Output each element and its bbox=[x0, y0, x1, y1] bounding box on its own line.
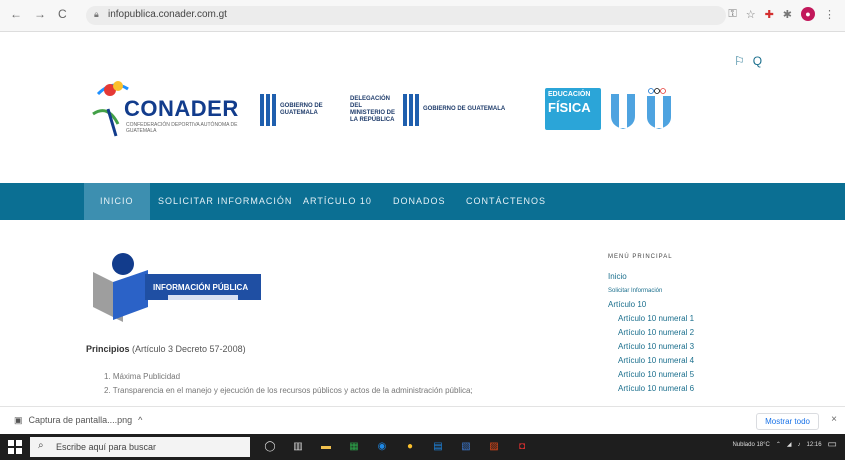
system-tray: Nublado 18°C ⌃ ◢ ♪ 12:16 ▭ bbox=[732, 439, 837, 450]
url-text: infopublica.conader.com.gt bbox=[108, 9, 227, 20]
nav-contactenos[interactable]: CONTÁCTENOS bbox=[466, 183, 546, 220]
forward-icon[interactable]: → bbox=[34, 7, 46, 21]
sidebar-subitem[interactable]: Artículo 10 numeral 2 bbox=[608, 326, 694, 340]
gobierno-logo-2: GOBIERNO DE GUATEMALA bbox=[403, 92, 513, 128]
volume-icon[interactable]: ♪ bbox=[798, 442, 801, 448]
main-navigation: INICIO SOLICITAR INFORMACIÓN ARTÍCULO 10… bbox=[0, 183, 845, 220]
principles-reference: (Artículo 3 Decreto 57-2008) bbox=[129, 344, 246, 354]
sidebar-subitem[interactable]: Artículo 10 numeral 4 bbox=[608, 354, 694, 368]
network-icon[interactable]: ◢ bbox=[787, 441, 792, 448]
banner-title: INFORMACIÓN PÚBLICA bbox=[153, 283, 248, 292]
search-icon: ⌕ bbox=[38, 440, 44, 451]
sidebar-subitem[interactable]: Artículo 10 numeral 6 bbox=[608, 382, 694, 396]
menu-icon[interactable]: ⋮ bbox=[824, 8, 835, 21]
header-logos: CONADER CONFEDERACIÓN DEPORTIVA AUTÓNOMA… bbox=[88, 74, 688, 154]
word-icon[interactable]: ▧ bbox=[458, 439, 474, 455]
key-icon[interactable]: ⚿ bbox=[728, 8, 736, 21]
excel-icon[interactable]: ▦ bbox=[346, 439, 362, 455]
gobierno-logo-1: GOBIERNO DE GUATEMALA bbox=[260, 92, 350, 128]
principles-line: Principios (Artículo 3 Decreto 57-2008) bbox=[86, 344, 246, 354]
widgets-icon[interactable]: ▥ bbox=[290, 439, 306, 455]
windows-start-icon[interactable] bbox=[8, 440, 22, 454]
download-filename: Captura de pantalla....png bbox=[28, 415, 133, 425]
browser-toolbar: ← → C 🔒︎ infopublica.conader.com.gt ⚿ ☆ … bbox=[0, 0, 845, 32]
olympic-shield-icon bbox=[647, 88, 671, 129]
file-icon: ▣ bbox=[14, 415, 23, 425]
chrome-icon[interactable]: ● bbox=[402, 439, 418, 455]
list-item: 1. Máxima Publicidad bbox=[104, 372, 181, 381]
educacion-fisica-logo: EDUCACIÓN FÍSICA bbox=[545, 88, 601, 130]
close-icon[interactable]: × bbox=[831, 414, 837, 425]
download-item[interactable]: ▣ Captura de pantalla....png ^ bbox=[14, 415, 142, 426]
powerpoint-icon[interactable]: ▨ bbox=[486, 439, 502, 455]
sidebar-item-inicio[interactable]: Inicio bbox=[608, 270, 694, 284]
clock[interactable]: 12:16 bbox=[807, 442, 822, 448]
sidebar-item-articulo-10[interactable]: Artículo 10 bbox=[608, 298, 694, 312]
delegacion-logo: DELEGACIÓN DEL MINISTERIO DE LA REPÚBLIC… bbox=[350, 95, 396, 124]
sidebar-menu: MENÚ PRINCIPAL Inicio Solicitar Informac… bbox=[608, 250, 694, 396]
nav-articulo-10[interactable]: ARTÍCULO 10 bbox=[303, 183, 372, 220]
sidebar-subitem[interactable]: Artículo 10 numeral 3 bbox=[608, 340, 694, 354]
task-view-icon[interactable]: ◯ bbox=[262, 439, 278, 455]
sidebar-subitem[interactable]: Artículo 10 numeral 1 bbox=[608, 312, 694, 326]
windows-taskbar: ⌕ Escribe aquí para buscar ◯ ▥ ▬ ▦ ◉ ● ▤… bbox=[0, 434, 845, 460]
edge-icon[interactable]: ◉ bbox=[374, 439, 390, 455]
list-item: 2. Transparencia en el manejo y ejecució… bbox=[104, 386, 473, 395]
app-icon[interactable]: ◘ bbox=[514, 439, 530, 455]
show-all-button[interactable]: Mostrar todo bbox=[756, 413, 819, 430]
informacion-publica-banner: INFORMACIÓN PÚBLICA bbox=[93, 253, 261, 322]
lock-icon: 🔒︎ bbox=[94, 9, 99, 19]
chevron-up-icon[interactable]: ^ bbox=[138, 415, 142, 426]
brand-subtitle: CONFEDERACIÓN DEPORTIVA AUTÓNOMA DE GUAT… bbox=[126, 122, 238, 134]
search-icon[interactable]: Q bbox=[753, 54, 762, 68]
downloads-bar: ▣ Captura de pantalla....png ^ Mostrar t… bbox=[0, 406, 845, 434]
sidebar-subitem[interactable]: Artículo 10 numeral 5 bbox=[608, 368, 694, 382]
chevron-up-icon[interactable]: ⌃ bbox=[776, 441, 781, 448]
reload-icon[interactable]: C bbox=[58, 7, 67, 21]
star-icon[interactable]: ☆ bbox=[746, 8, 756, 21]
weather-text[interactable]: Nublado 18°C bbox=[732, 442, 769, 448]
nav-inicio[interactable]: INICIO bbox=[84, 183, 150, 220]
notification-icon[interactable]: ▭ bbox=[828, 439, 837, 450]
sidebar-heading: MENÚ PRINCIPAL bbox=[608, 254, 673, 260]
sidebar-item-solicitar[interactable]: Solicitar Información bbox=[608, 284, 694, 298]
puzzle-icon[interactable]: ✱ bbox=[783, 8, 792, 21]
address-bar[interactable]: 🔒︎ infopublica.conader.com.gt bbox=[86, 6, 726, 25]
taskbar-search-input[interactable]: ⌕ Escribe aquí para buscar bbox=[30, 437, 250, 457]
file-explorer-icon[interactable]: ▬ bbox=[318, 439, 334, 455]
profile-avatar[interactable]: ● bbox=[801, 7, 815, 21]
nav-solicitar-informacion[interactable]: SOLICITAR INFORMACIÓN bbox=[158, 183, 292, 220]
back-icon[interactable]: ← bbox=[10, 7, 22, 21]
nav-donados[interactable]: DONADOS bbox=[393, 183, 446, 220]
principles-label: Principios bbox=[86, 344, 130, 354]
flag-icon[interactable]: ⚐ bbox=[734, 54, 745, 68]
extension-icon[interactable]: ✚ bbox=[765, 8, 774, 21]
brand-name: CONADER bbox=[124, 96, 239, 121]
outlook-icon[interactable]: ▤ bbox=[430, 439, 446, 455]
conader-logo[interactable]: CONADER CONFEDERACIÓN DEPORTIVA AUTÓNOMA… bbox=[88, 74, 248, 146]
shield-icon bbox=[611, 94, 635, 129]
principles-list: 1. Máxima Publicidad 2. Transparencia en… bbox=[104, 370, 473, 398]
